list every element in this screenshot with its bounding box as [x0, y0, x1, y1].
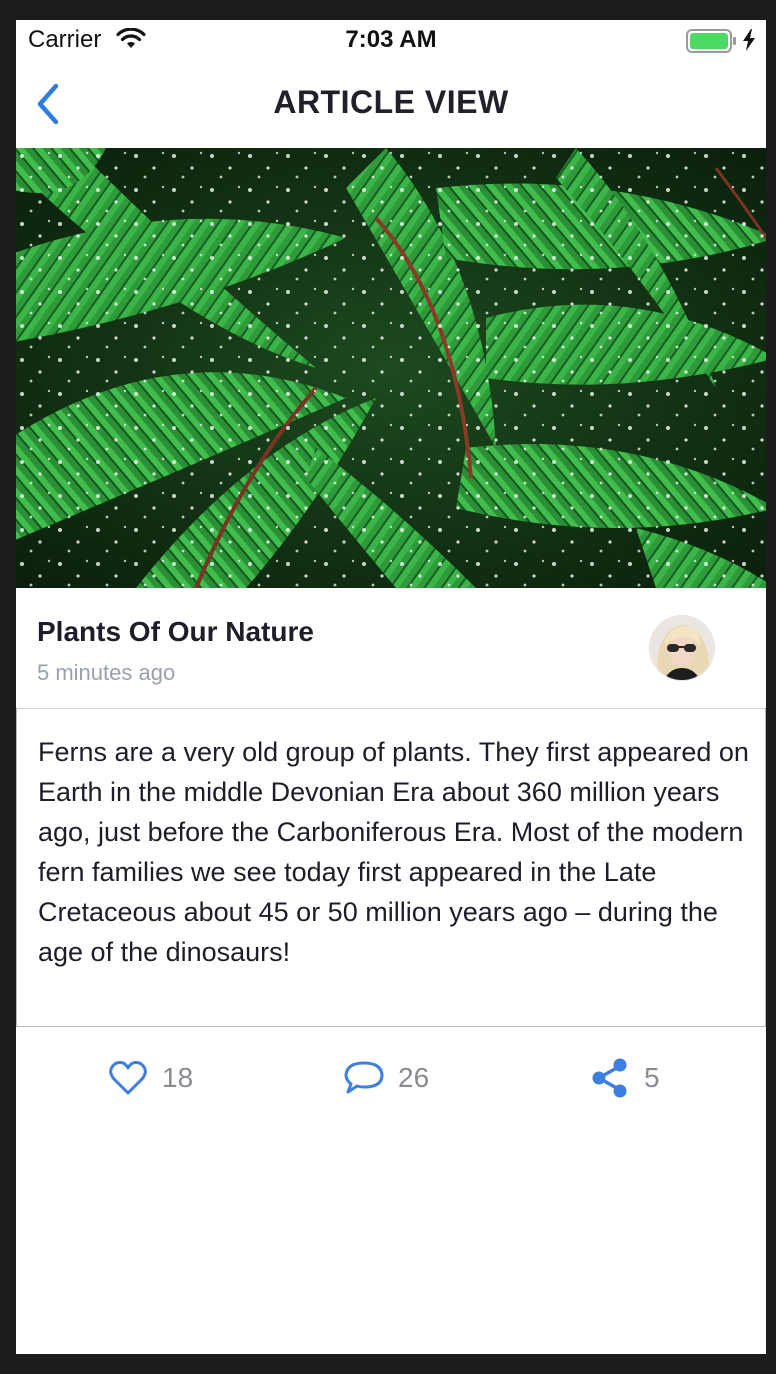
- like-button[interactable]: 18: [106, 1056, 193, 1100]
- article-header: Plants Of Our Nature 5 minutes ago: [16, 588, 766, 709]
- navigation-bar: ARTICLE VIEW: [16, 60, 766, 149]
- comment-button[interactable]: 26: [342, 1056, 429, 1100]
- comment-count: 26: [398, 1062, 430, 1093]
- status-time: 7:03 AM: [345, 26, 437, 53]
- comment-bubble-icon: [342, 1056, 386, 1100]
- author-avatar[interactable]: [650, 616, 714, 680]
- share-icon: [588, 1056, 632, 1100]
- article-hero-image: [16, 148, 766, 588]
- share-button[interactable]: 5: [588, 1056, 660, 1100]
- status-bar: Carrier 7:03 AM: [16, 20, 766, 60]
- article-body: Ferns are a very old group of plants. Th…: [16, 708, 766, 1027]
- charging-bolt-icon: [742, 29, 756, 51]
- article-timestamp: 5 minutes ago: [37, 660, 176, 685]
- page-title: ARTICLE VIEW: [273, 84, 509, 120]
- like-count: 18: [162, 1062, 194, 1093]
- battery-icon: [686, 29, 738, 53]
- share-count: 5: [644, 1062, 660, 1093]
- article-title: Plants Of Our Nature: [37, 616, 314, 647]
- heart-icon: [106, 1056, 150, 1100]
- article-actions: 18 26 5: [16, 1028, 766, 1128]
- phone-screen: Carrier 7:03 AM ARTICLE VIEW Plants Of O…: [16, 20, 766, 1354]
- article-text: Ferns are a very old group of plants. Th…: [38, 737, 749, 967]
